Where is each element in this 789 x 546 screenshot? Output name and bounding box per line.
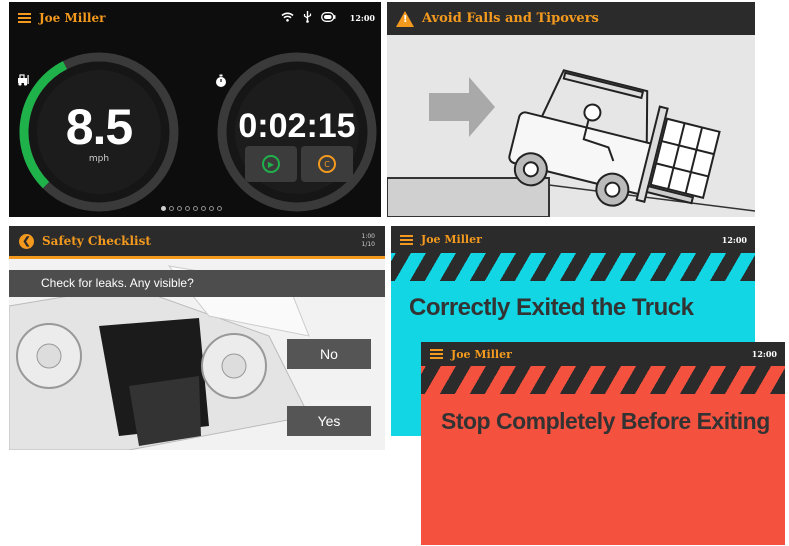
speed-unit: mph xyxy=(88,154,110,164)
warning-icon: ! xyxy=(396,10,414,27)
page-indicator[interactable] xyxy=(161,206,222,211)
checklist-progress-time: 1:00 xyxy=(361,233,375,240)
exited-message: Correctly Exited the Truck xyxy=(409,294,694,321)
reset-icon: C xyxy=(318,155,336,173)
avoid-falls-screen: ! Avoid Falls and Tipovers xyxy=(387,2,755,217)
stop-top-bar: Joe Miller 12:00 xyxy=(421,342,785,366)
exited-top-bar: Joe Miller 12:00 xyxy=(391,226,755,253)
page-dot[interactable] xyxy=(177,206,182,211)
play-icon: ▶ xyxy=(262,155,280,173)
operator-name: Joe Miller xyxy=(451,347,512,361)
page-dot[interactable] xyxy=(161,206,166,211)
page-dot[interactable] xyxy=(217,206,222,211)
checklist-question: Check for leaks. Any visible? xyxy=(9,270,385,297)
speed-gauge: 8.5 mph xyxy=(17,50,181,214)
forklift-tipover-illustration xyxy=(387,35,755,217)
page-dot[interactable] xyxy=(169,206,174,211)
yes-button[interactable]: Yes xyxy=(287,406,371,436)
usb-icon xyxy=(303,10,312,26)
checklist-progress-count: 1/10 xyxy=(361,241,375,248)
progress-line xyxy=(9,256,385,259)
operator-name: Joe Miller xyxy=(39,11,106,25)
operator-name: Joe Miller xyxy=(421,233,482,246)
timer-gauge: 0:02:15 ▶ C xyxy=(215,50,379,214)
clock: 12:00 xyxy=(721,234,747,245)
falls-title: Avoid Falls and Tipovers xyxy=(422,11,599,26)
reset-timer-button[interactable]: C xyxy=(301,146,353,182)
start-timer-button[interactable]: ▶ xyxy=(245,146,297,182)
falls-top-bar: ! Avoid Falls and Tipovers xyxy=(387,2,755,35)
checklist-progress: 1:00 1/10 xyxy=(362,233,375,249)
page-dot[interactable] xyxy=(193,206,198,211)
menu-icon[interactable] xyxy=(18,13,31,23)
clock: 12:00 xyxy=(349,13,375,23)
hazard-stripes xyxy=(421,366,785,394)
page-dot[interactable] xyxy=(209,206,214,211)
page-dot[interactable] xyxy=(201,206,206,211)
dashboard-top-bar: Joe Miller 12:00 xyxy=(9,2,381,34)
wifi-icon xyxy=(281,12,294,25)
speed-value: 8.5 xyxy=(65,99,134,155)
hazard-stripes xyxy=(391,253,755,281)
page-dot[interactable] xyxy=(185,206,190,211)
menu-icon[interactable] xyxy=(430,349,443,359)
no-button[interactable]: No xyxy=(287,339,371,369)
checklist-top-bar: ❮ Safety Checklist 1:00 1/10 xyxy=(9,226,385,256)
menu-icon[interactable] xyxy=(400,234,413,245)
checklist-title: Safety Checklist xyxy=(42,234,151,248)
timer-value: 0:02:15 xyxy=(238,107,356,145)
back-icon[interactable]: ❮ xyxy=(19,233,34,249)
stop-completely-screen: Joe Miller 12:00 Stop Completely Before … xyxy=(421,342,785,545)
dashboard-screen: Joe Miller 12:00 8.5 mph 0:02:15 ▶ C xyxy=(9,2,381,217)
status-icons xyxy=(281,10,336,26)
safety-checklist-screen: ❮ Safety Checklist 1:00 1/10 Check for l… xyxy=(9,226,385,450)
battery-icon xyxy=(320,11,336,25)
stop-message: Stop Completely Before Exiting xyxy=(441,408,770,434)
clock: 12:00 xyxy=(751,349,777,359)
